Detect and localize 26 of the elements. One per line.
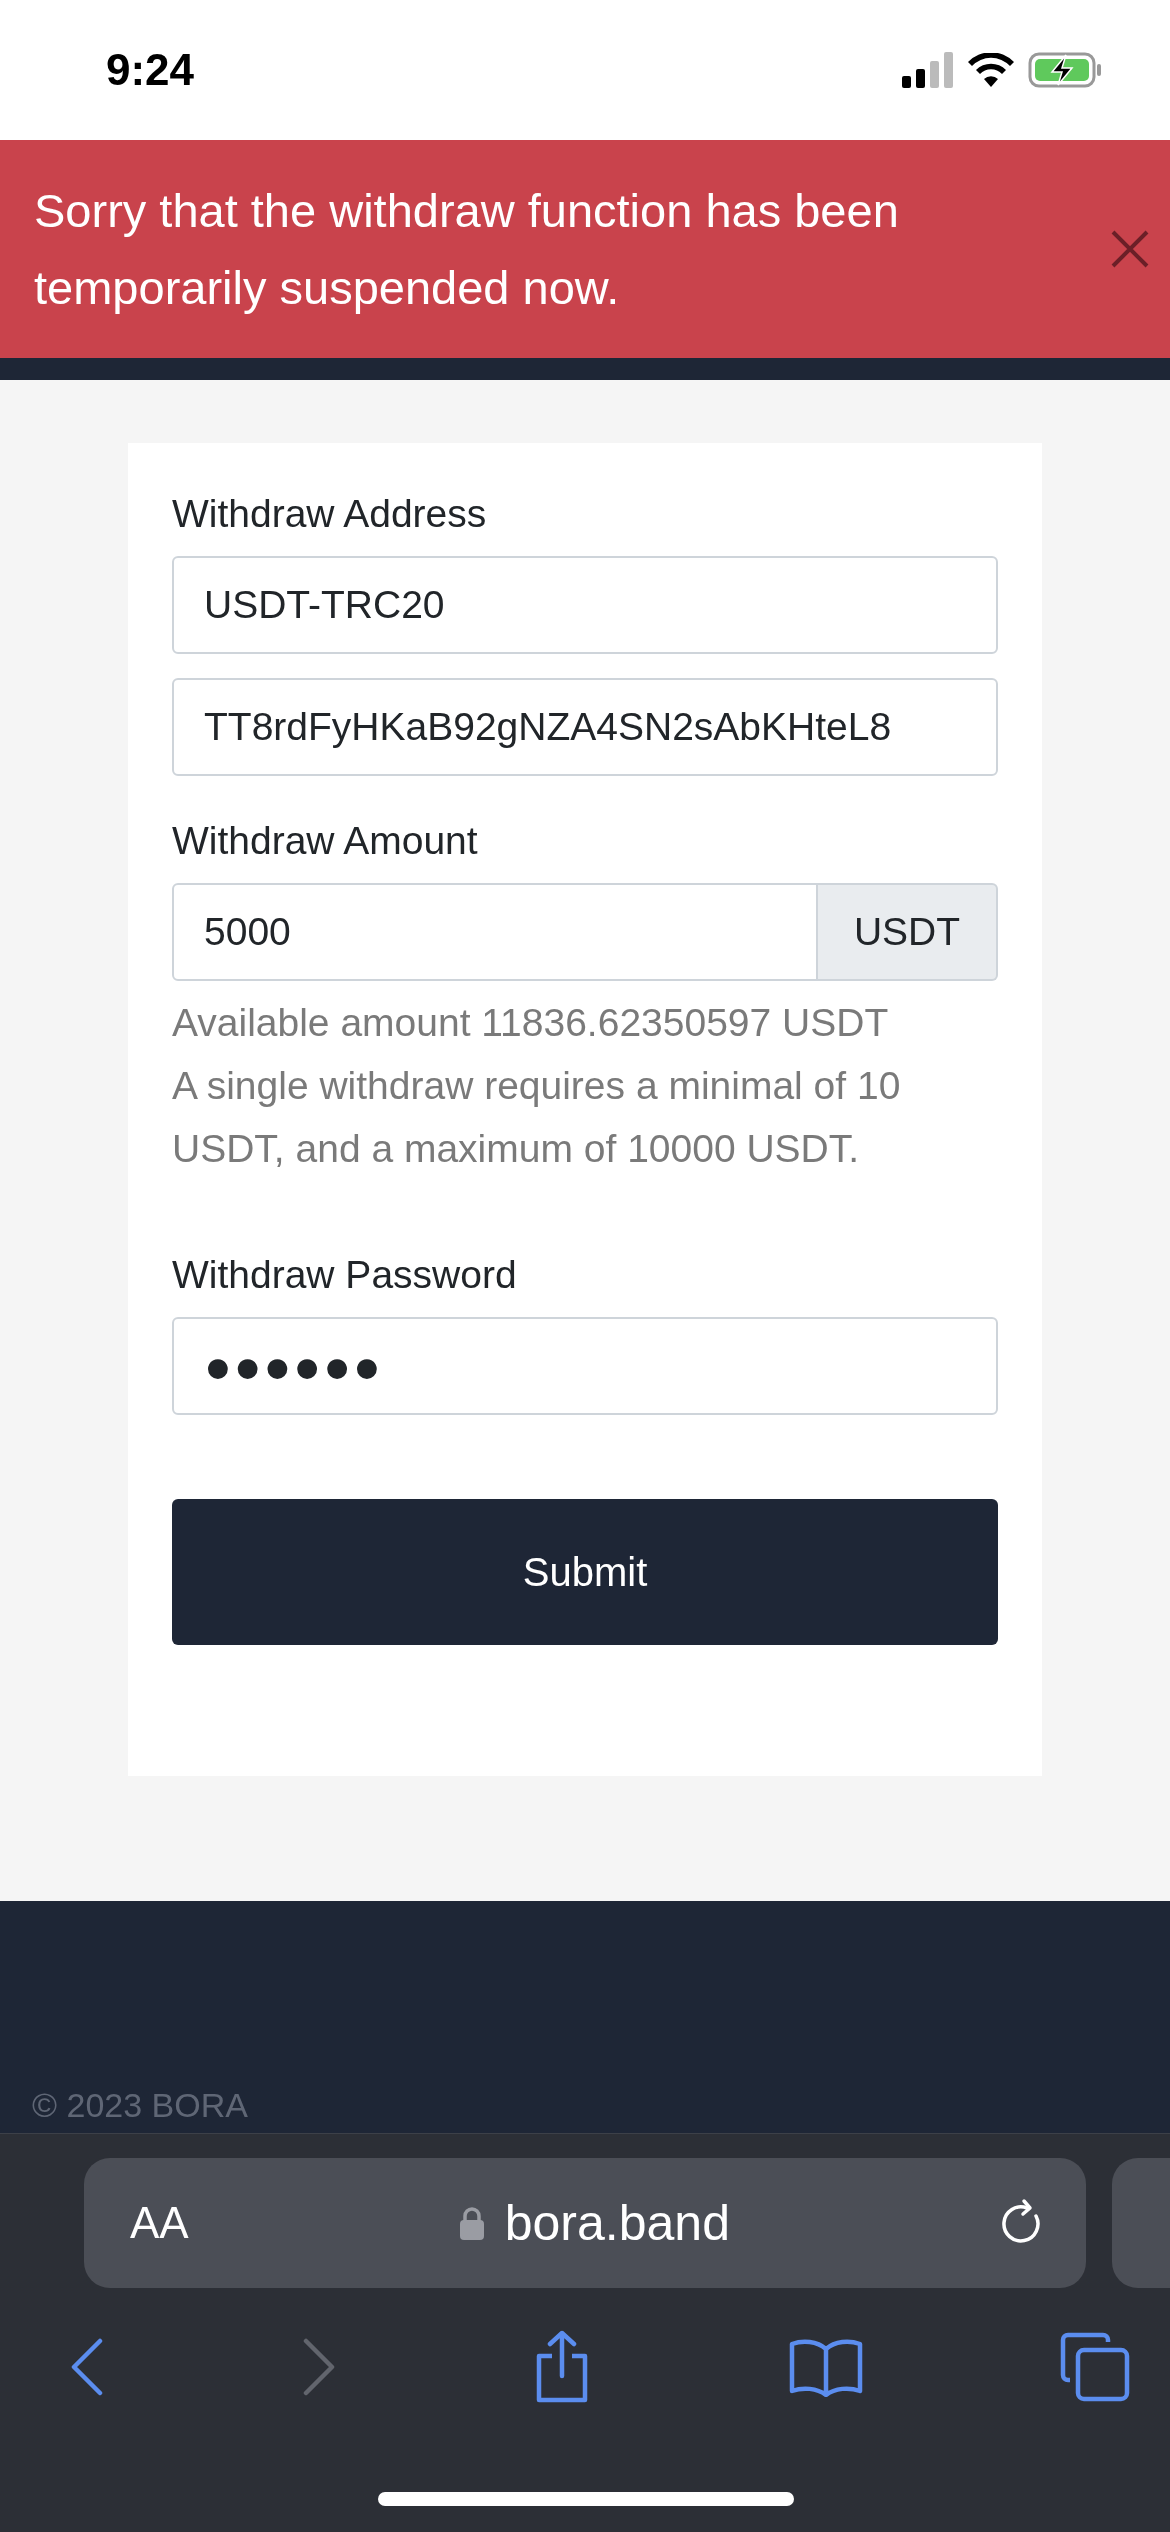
signal-icon	[902, 52, 954, 88]
field-label: Withdraw Address	[172, 491, 487, 537]
wifi-icon	[968, 53, 1014, 87]
field-label: Withdraw Amount	[172, 818, 478, 864]
submit-button[interactable]: Submit	[172, 1499, 998, 1645]
book-icon[interactable]	[788, 2337, 863, 2397]
tabs-icon[interactable]	[1060, 2332, 1130, 2402]
help-text: A single withdraw requires a minimal of 10 USDT, and a maximum of 10000 USDT.	[172, 1063, 902, 1172]
address-bar[interactable]: AA bora.band	[84, 2158, 1086, 2288]
copyright-text: © 2023 BORA	[32, 2086, 248, 2125]
back-icon[interactable]	[70, 2338, 104, 2396]
network-field[interactable]: USDT-TRC20	[172, 556, 998, 654]
battery-charging-icon	[1028, 52, 1102, 88]
text-size-button[interactable]: AA	[130, 2198, 189, 2248]
forward-icon[interactable]	[301, 2338, 336, 2396]
amount-field[interactable]: 5000	[172, 883, 818, 981]
address-field[interactable]: TT8rdFyHKaB92gNZA4SN2sAbKHteL8	[172, 678, 998, 776]
status-time: 9:24	[106, 45, 195, 95]
help-text: Available amount 11836.62350597 USDT	[172, 1000, 890, 1046]
field-label: Withdraw Password	[172, 1252, 517, 1298]
password-field[interactable]: ●●●●●●	[172, 1317, 998, 1415]
lock-icon	[458, 2206, 485, 2240]
url-text: bora.band	[504, 2194, 730, 2252]
alert-message: Sorry that the withdraw function has been temporarily suspended now.	[34, 183, 900, 316]
close-icon[interactable]	[1110, 229, 1150, 269]
unit-addon: USDT	[818, 883, 998, 981]
